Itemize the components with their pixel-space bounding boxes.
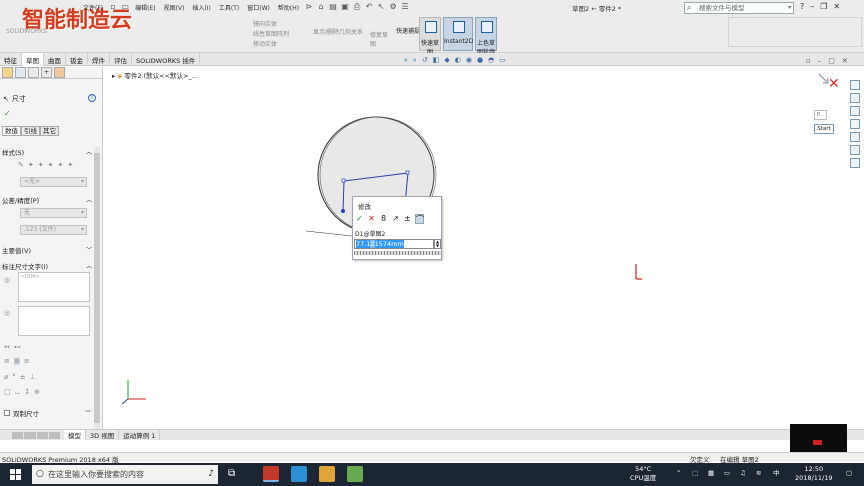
value-part-2: 2	[370, 240, 375, 248]
tab-model[interactable]: 模型	[64, 430, 86, 440]
mark-for-drawing-icon[interactable]: ⌒	[415, 214, 424, 224]
dimension-value-input[interactable]: 77.121574mm	[354, 239, 434, 249]
ime-indicator[interactable]: 中	[773, 469, 780, 478]
cancel-x-icon[interactable]: ✕	[367, 214, 376, 224]
notification-icon[interactable]: ▢	[846, 469, 852, 478]
tray-app-icon[interactable]: ⬚	[692, 469, 698, 478]
solidworks-app-icon[interactable]	[263, 466, 279, 482]
taskbar-search-input[interactable]: ○ 在这里输入你要搜索的内容 ♪	[32, 465, 218, 484]
sketch-endpoint[interactable]	[341, 209, 345, 213]
tab-nav-arrows[interactable]	[12, 431, 60, 439]
value-part-3: 1574mm	[374, 240, 404, 248]
value-spinner[interactable]: ▲ ▼	[434, 239, 441, 249]
reverse-icon[interactable]: ↗	[391, 214, 400, 224]
model-tabs-bar: 模型 3D 视图 运动算例 1	[0, 429, 864, 440]
volume-icon[interactable]: ♫	[740, 469, 746, 478]
status-bar: SOLIDWORKS Premium 2018 x64 版 欠定义 在编辑 草图…	[0, 452, 864, 464]
video-app-icon[interactable]	[319, 466, 335, 482]
windows-taskbar: ○ 在这里输入你要搜索的内容 ♪ ⧉ 54°C CPU温度 ⌃ ⬚ ▦ ▭ ♫ …	[0, 463, 864, 486]
task-view-icon[interactable]: ⧉	[228, 468, 235, 479]
preview-mark	[813, 440, 822, 445]
value-part-1: 77.1	[356, 240, 371, 248]
dimension-leader	[305, 230, 353, 237]
set-increment-icon[interactable]: ±	[403, 214, 412, 224]
sketch-point[interactable]	[405, 170, 410, 175]
battery-icon[interactable]: ▭	[724, 469, 730, 478]
microphone-icon[interactable]: ♪	[208, 465, 214, 484]
photos-app-icon[interactable]	[291, 466, 307, 482]
value-thumbwheel[interactable]	[354, 251, 441, 255]
dialog-toolbar: ✓ ✕ 8 ↗ ± ⌒	[355, 214, 424, 224]
wifi-icon[interactable]: ≋	[756, 469, 761, 478]
ok-check-icon[interactable]: ✓	[355, 214, 364, 224]
network-icon[interactable]: ▦	[708, 469, 714, 478]
windows-start-icon[interactable]	[10, 469, 21, 480]
sketch-point[interactable]	[341, 178, 346, 183]
tray-arrow-icon[interactable]: ⌃	[676, 469, 681, 478]
dimension-name: D1@草图2	[355, 231, 386, 238]
search-icon: ○	[36, 469, 44, 479]
z-axis	[121, 398, 129, 405]
modify-dimension-dialog: 修改 ✓ ✕ 8 ↗ ± ⌒ D1@草图2 77.121574mm ▲ ▼	[352, 196, 442, 260]
dialog-title: 修改	[358, 203, 371, 211]
tab-3d-view[interactable]: 3D 视图	[86, 430, 120, 440]
tab-motion-study[interactable]: 运动算例 1	[119, 430, 161, 440]
cpu-temperature[interactable]: 54°C CPU温度	[630, 465, 656, 483]
paint-app-icon[interactable]	[347, 466, 363, 482]
clock[interactable]: 12:50 2018/11/19	[795, 465, 832, 483]
rebuild-icon[interactable]: 8	[379, 214, 388, 224]
